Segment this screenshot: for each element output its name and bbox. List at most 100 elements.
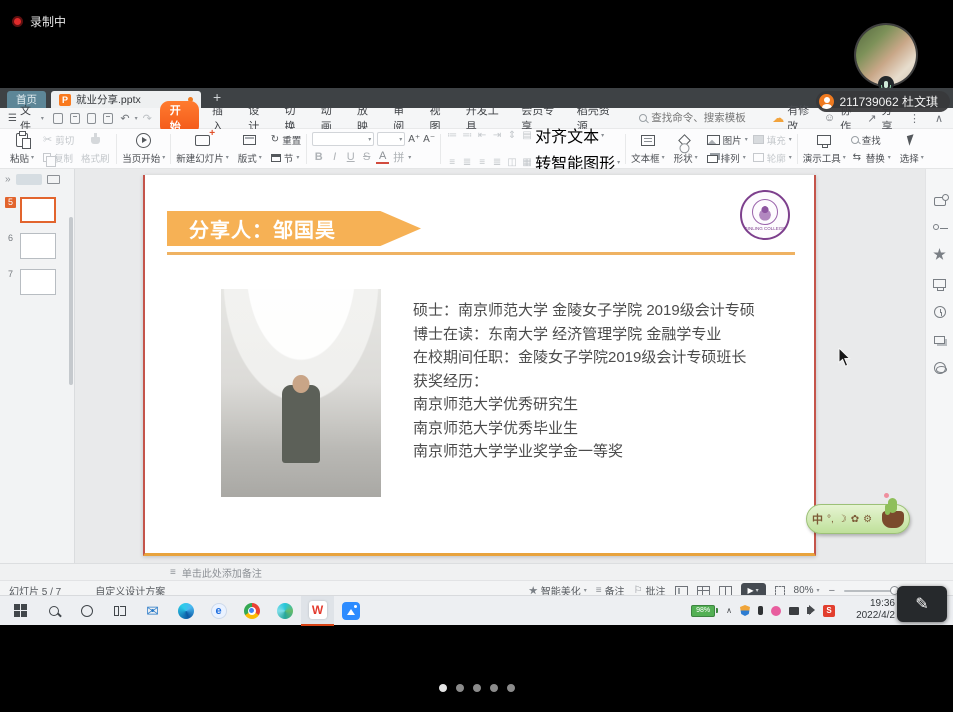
ime-settings-icon[interactable]: ⚙ <box>863 514 872 525</box>
protect-icon[interactable] <box>933 224 939 230</box>
carousel-dot[interactable] <box>507 684 515 692</box>
chrome-button[interactable] <box>235 596 268 626</box>
decrease-indent-icon[interactable]: ⇤ <box>476 130 488 141</box>
app-tray-icon[interactable] <box>771 606 781 616</box>
security-tray-icon[interactable] <box>740 605 750 616</box>
justify-icon[interactable]: ≣ <box>491 157 503 168</box>
layout-button[interactable]: 版式▾ <box>234 133 266 165</box>
participant-avatar[interactable] <box>856 25 916 85</box>
more-options-icon[interactable]: ⋮ <box>909 112 920 125</box>
slide-5[interactable]: 分享人：邹国昊 GINLING COLLEGE 硕士：南京师范大学 金陵女子学院… <box>143 175 816 556</box>
resources-icon[interactable] <box>934 362 946 374</box>
format-painter-button[interactable]: 格式刷 <box>79 133 111 165</box>
beautify-icon[interactable] <box>933 248 946 261</box>
textbox-button[interactable]: 文本框▾ <box>631 133 665 165</box>
picture-button[interactable]: 图片▾ <box>707 133 748 147</box>
carousel-dot[interactable] <box>439 684 447 692</box>
carousel-dot[interactable] <box>456 684 464 692</box>
ime-punctuation-icon[interactable]: °, <box>827 514 834 525</box>
font-color-button[interactable]: A <box>376 151 389 164</box>
select-button[interactable]: 选择▾ <box>896 133 928 165</box>
italic-button[interactable]: I <box>328 151 341 163</box>
material-library-icon[interactable] <box>934 336 945 344</box>
replace-button[interactable]: ⇆替换▾ <box>851 151 891 165</box>
search-input[interactable] <box>651 112 769 124</box>
copy-button[interactable]: 复制 <box>43 151 74 165</box>
increase-indent-icon[interactable]: ⇥ <box>491 130 503 141</box>
ime-emoji-icon[interactable]: ✿ <box>851 514 859 525</box>
increase-font-icon[interactable]: A⁺ <box>408 134 420 145</box>
camera-tray-icon[interactable] <box>789 607 799 615</box>
align-right-icon[interactable]: ≡ <box>476 157 488 168</box>
font-size-select[interactable]: ▾ <box>377 132 405 146</box>
print-icon[interactable] <box>87 113 97 124</box>
outline-button[interactable]: 轮廓▾ <box>753 151 792 165</box>
decrease-font-icon[interactable]: A⁻ <box>423 134 435 145</box>
wps-office-button[interactable]: W <box>301 596 334 626</box>
undo-icon[interactable]: ↶ <box>120 112 129 125</box>
zoom-slider[interactable] <box>844 590 902 592</box>
font-name-select[interactable]: ▾ <box>312 132 374 146</box>
arrange-button[interactable]: 排列▾ <box>707 151 748 165</box>
sogou-ime-tray-icon[interactable]: S <box>823 605 835 617</box>
taskbar-clock[interactable]: 19:36 2022/4/2 <box>856 598 895 622</box>
redo-icon[interactable]: ↷ <box>143 112 152 125</box>
align-left-icon[interactable]: ≡ <box>446 157 458 168</box>
presenter-photo[interactable] <box>221 289 381 497</box>
rehearse-timer-icon[interactable] <box>934 306 946 318</box>
notes-bar[interactable]: ≡ 单击此处添加备注 <box>0 563 953 580</box>
battery-indicator[interactable]: 98% <box>691 605 718 617</box>
task-view-button[interactable] <box>103 596 136 626</box>
expand-panel-icon[interactable]: » <box>5 174 11 185</box>
ime-toolbar[interactable]: 中 °, ☽ ✿ ⚙ <box>806 504 910 534</box>
cortana-button[interactable] <box>70 596 103 626</box>
mail-button[interactable]: ✉ <box>136 596 169 626</box>
pinyin-guide-button[interactable]: 拼 <box>392 149 405 165</box>
taskbar-search-button[interactable] <box>37 596 70 626</box>
bold-button[interactable]: B <box>312 151 325 163</box>
ime-mode-indicator[interactable]: 中 <box>812 511 823 527</box>
tray-expand-icon[interactable]: ∧ <box>726 606 732 615</box>
play-from-current-button[interactable]: 当页开始▾ <box>122 133 165 165</box>
command-search[interactable] <box>639 112 769 124</box>
microphone-tray-icon[interactable] <box>758 606 763 615</box>
normal-view-icon[interactable] <box>675 586 688 596</box>
slide-title-banner[interactable]: 分享人：邹国昊 <box>167 211 421 246</box>
panel-scrollbar[interactable] <box>69 217 73 385</box>
new-slide-button[interactable]: 新建幻灯片▾ <box>176 133 229 165</box>
undo-chevron-icon[interactable]: ▾ <box>135 115 138 122</box>
reading-view-icon[interactable] <box>719 586 732 596</box>
paste-button[interactable]: 粘贴▾ <box>6 133 38 165</box>
columns-icon[interactable]: ◫ <box>506 157 518 168</box>
underline-button[interactable]: U <box>344 151 357 163</box>
slide-thumbnail-5[interactable]: 5 <box>5 197 74 223</box>
fill-button[interactable]: 填充▾ <box>753 133 792 147</box>
carousel-dot[interactable] <box>473 684 481 692</box>
bullet-list-icon[interactable]: ≔ <box>446 130 458 141</box>
volume-tray-icon[interactable] <box>807 607 811 614</box>
browser-button[interactable]: e <box>202 596 235 626</box>
pinwheel-app-button[interactable] <box>268 596 301 626</box>
collapse-ribbon-icon[interactable]: ∧ <box>935 112 943 125</box>
cut-button[interactable]: ✂剪切 <box>43 133 74 147</box>
slide-view-icon[interactable] <box>47 175 60 184</box>
meeting-app-button[interactable] <box>334 596 367 626</box>
fit-slide-icon[interactable] <box>775 586 785 596</box>
line-spacing-icon[interactable]: ⇕ <box>506 130 518 141</box>
shapes-button[interactable]: 形状▾ <box>670 133 702 165</box>
present-tools-button[interactable]: 演示工具▾ <box>803 133 846 165</box>
slideshow-icon[interactable] <box>933 279 946 288</box>
presenter-bio[interactable]: 硕士：南京师范大学 金陵女子学院 2019级会计专硕 博士在读：东南大学 经济管… <box>413 299 755 464</box>
ime-halfwidth-icon[interactable]: ☽ <box>838 514 847 525</box>
numbered-list-icon[interactable]: ≕ <box>461 130 473 141</box>
slide-thumbnail-7[interactable]: 7 <box>5 269 74 295</box>
properties-icon[interactable] <box>934 197 946 206</box>
align-text-button[interactable]: ▤对齐文本▾ <box>521 123 604 147</box>
panel-view-toggle[interactable] <box>16 174 42 185</box>
slide-thumbnail-6[interactable]: 6 <box>5 233 74 259</box>
edge-button[interactable] <box>169 596 202 626</box>
find-button[interactable]: 查找 <box>851 133 891 147</box>
reset-button[interactable]: ↻重置 <box>271 133 301 147</box>
annotation-widget[interactable]: ✎ <box>897 586 947 622</box>
preview-icon[interactable] <box>103 113 113 124</box>
